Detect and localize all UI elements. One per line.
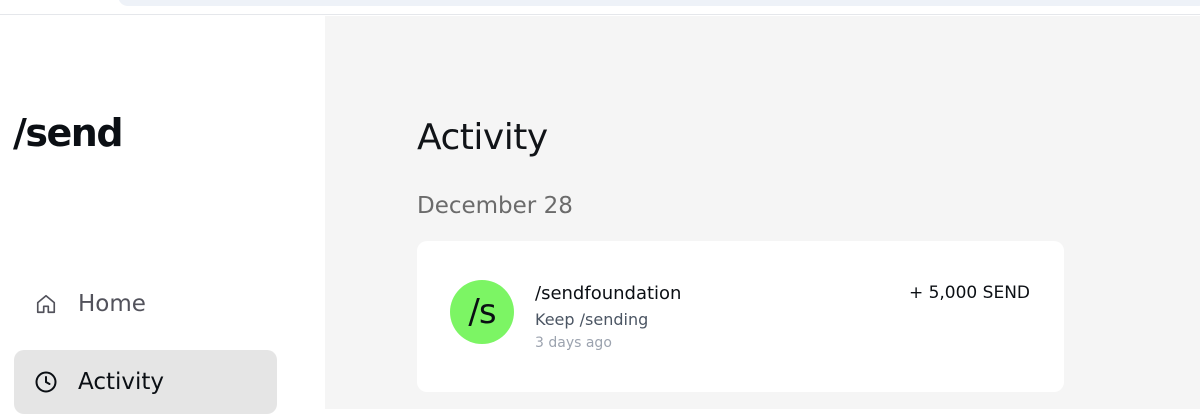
sidebar-item-label: Activity	[78, 369, 165, 395]
transaction-note: Keep /sending	[535, 310, 649, 329]
date-heading: December 28	[417, 193, 573, 219]
page-title: Activity	[417, 117, 548, 158]
browser-top-bar	[0, 0, 1200, 15]
transaction-time: 3 days ago	[535, 335, 612, 351]
app-logo[interactable]: /send	[13, 111, 124, 155]
sidebar: /send Home Activity	[0, 16, 325, 414]
main-content: Activity December 28 /s /sendfoundation …	[325, 16, 1200, 409]
sidebar-item-home[interactable]: Home	[14, 272, 277, 336]
sidebar-item-activity[interactable]: Activity	[14, 350, 277, 414]
sender-name: /sendfoundation	[535, 283, 682, 304]
activity-item[interactable]: /s /sendfoundation Keep /sending 3 days …	[417, 241, 1064, 392]
avatar: /s	[450, 280, 514, 344]
transaction-amount: + 5,000 SEND	[908, 283, 1030, 303]
home-icon	[34, 292, 58, 316]
clock-icon	[34, 370, 58, 394]
address-bar[interactable]	[118, 0, 1200, 6]
sidebar-item-label: Home	[78, 291, 146, 317]
